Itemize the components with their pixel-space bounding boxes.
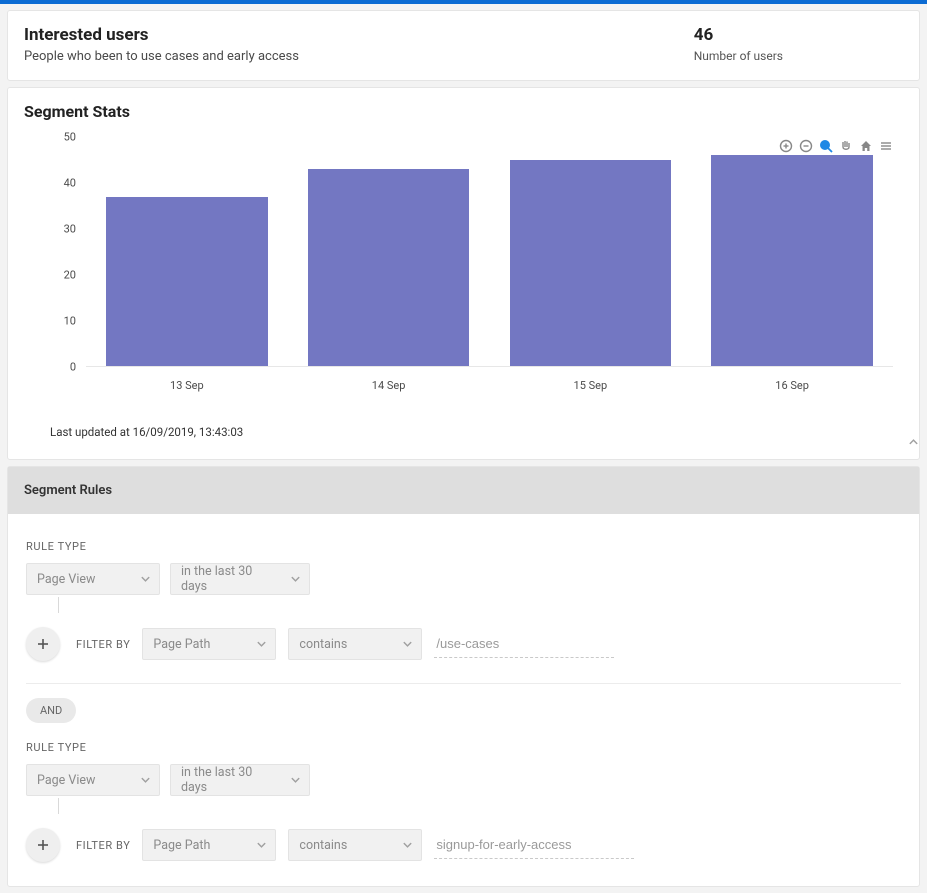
chevron-up-icon [908,437,919,448]
add-filter-button[interactable] [26,627,60,661]
y-tick-label: 0 [70,361,76,374]
timeframe-value: in the last 30 days [181,765,281,795]
chart-bar [308,169,469,366]
timeframe-value: in the last 30 days [181,564,281,594]
chevron-down-icon [140,775,151,786]
timeframe-select[interactable]: in the last 30 days [170,764,310,796]
chart-bar [711,155,872,366]
rule-type-select[interactable]: Page View [26,764,160,796]
rule-type-value: Page View [37,773,95,788]
rule-group: RULE TYPE Page View in the last 30 days [26,741,901,862]
x-tick-label: 16 Sep [775,379,809,392]
filter-op-value: contains [299,637,347,652]
segment-stats-card: Segment Stats [7,87,920,460]
rules-title: Segment Rules [24,483,112,498]
timeframe-select[interactable]: in the last 30 days [170,563,310,595]
y-tick-label: 50 [64,131,76,144]
rule-group: RULE TYPE Page View in the last 30 days [26,540,901,661]
filter-field-value: Page Path [153,838,210,853]
and-connector: AND [26,698,76,723]
user-count-label: Number of users [694,49,783,63]
filter-field-select[interactable]: Page Path [142,829,276,861]
segment-rules-card: Segment Rules RULE TYPE Page View in the… [7,466,920,887]
y-tick-label: 10 [64,315,76,328]
rules-header[interactable]: Segment Rules [8,467,919,514]
user-count-value: 46 [694,25,783,45]
chevron-down-icon [290,775,301,786]
x-tick-label: 15 Sep [574,379,608,392]
segment-subtitle: People who been to use cases and early a… [24,49,299,64]
connector-line [58,798,59,814]
rule-type-value: Page View [37,572,95,587]
x-tick-label: 14 Sep [372,379,406,392]
chart-bar [510,160,671,366]
y-tick-label: 20 [64,269,76,282]
filter-field-select[interactable]: Page Path [142,628,276,660]
rule-type-label: RULE TYPE [26,741,901,754]
top-accent-bar [0,0,927,4]
chevron-down-icon [290,574,301,585]
chevron-down-icon [256,639,267,650]
filter-op-select[interactable]: contains [288,628,422,660]
filter-op-select[interactable]: contains [288,829,422,861]
x-tick-label: 13 Sep [170,379,204,392]
segment-summary-card: Interested users People who been to use … [7,10,920,81]
y-tick-label: 30 [64,223,76,236]
filter-value-input[interactable] [434,831,634,859]
y-tick-label: 40 [64,177,76,190]
chevron-down-icon [402,840,413,851]
segment-bar-chart: 01020304050 13 Sep14 Sep15 Sep16 Sep [54,137,893,397]
segment-title: Interested users [24,25,299,45]
rule-type-select[interactable]: Page View [26,563,160,595]
filter-by-label: FILTER BY [76,839,130,852]
filter-value-input[interactable] [434,630,614,658]
filter-field-value: Page Path [153,637,210,652]
rule-type-label: RULE TYPE [26,540,901,553]
add-filter-button[interactable] [26,828,60,862]
chevron-down-icon [402,639,413,650]
chevron-down-icon [140,574,151,585]
divider [26,683,901,684]
connector-line [58,597,59,613]
filter-by-label: FILTER BY [76,638,130,651]
chevron-down-icon [256,840,267,851]
stats-title: Segment Stats [24,102,903,121]
chart-bar [106,197,267,366]
last-updated-label: Last updated at 16/09/2019, 13:43:03 [50,425,903,439]
filter-op-value: contains [299,838,347,853]
